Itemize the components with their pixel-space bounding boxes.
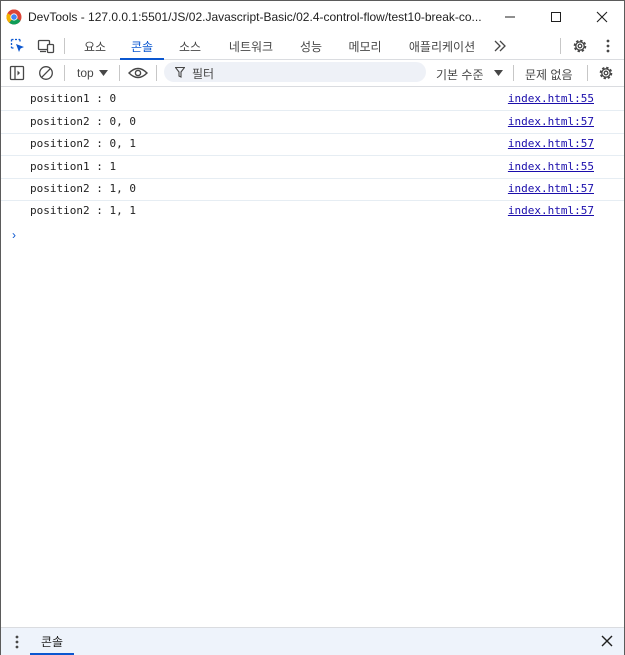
title-bar: DevTools - 127.0.0.1:5501/JS/02.Javascri… bbox=[1, 1, 624, 33]
gear-icon bbox=[572, 38, 588, 54]
console-message: position1 : 1 index.html:55 bbox=[1, 156, 624, 179]
tab-label: 콘솔 bbox=[130, 39, 154, 54]
drawer-tab-console[interactable]: 콘솔 bbox=[30, 628, 74, 655]
kebab-menu-icon bbox=[606, 39, 610, 53]
tab-performance[interactable]: 성능 bbox=[289, 33, 333, 59]
minimize-button[interactable] bbox=[487, 1, 533, 33]
source-link[interactable]: index.html:55 bbox=[508, 92, 594, 105]
window-title: DevTools - 127.0.0.1:5501/JS/02.Javascri… bbox=[28, 10, 482, 24]
drawer-menu-button[interactable] bbox=[11, 635, 23, 649]
dropdown-arrow-icon bbox=[99, 70, 108, 76]
eye-icon bbox=[128, 66, 148, 80]
minimize-icon bbox=[504, 11, 516, 23]
device-toolbar-button[interactable] bbox=[36, 36, 56, 56]
panel-tab-bar: 요소 콘솔 소스 네트워크 성능 메모리 애플리케이션 bbox=[1, 33, 624, 60]
issues-label: 문제 없음 bbox=[525, 68, 573, 82]
source-link[interactable]: index.html:57 bbox=[508, 182, 594, 195]
block-icon bbox=[38, 65, 54, 81]
console-prompt[interactable]: › bbox=[12, 228, 16, 242]
live-expression-button[interactable] bbox=[127, 63, 149, 83]
tab-sources[interactable]: 소스 bbox=[168, 33, 212, 59]
message-text: position1 : 1 bbox=[30, 160, 117, 173]
source-link[interactable]: index.html:55 bbox=[508, 160, 594, 173]
divider bbox=[119, 65, 120, 81]
divider bbox=[64, 65, 65, 81]
drawer-bar: 콘솔 bbox=[1, 627, 624, 655]
filter-input[interactable]: 필터 bbox=[164, 62, 426, 82]
console-toolbar: top 필터 기본 수준 문제 없음 bbox=[1, 60, 624, 87]
tab-console[interactable]: 콘솔 bbox=[120, 33, 164, 60]
console-message: position2 : 1, 1 index.html:57 bbox=[1, 200, 624, 222]
tab-label: 소스 bbox=[178, 39, 202, 54]
tab-label: 애플리케이션 bbox=[408, 39, 476, 54]
inspect-element-icon bbox=[10, 38, 26, 54]
close-button[interactable] bbox=[579, 1, 625, 33]
close-drawer-button[interactable] bbox=[601, 635, 615, 649]
device-toggle-icon bbox=[37, 38, 55, 54]
inspect-element-button[interactable] bbox=[8, 36, 28, 56]
divider bbox=[64, 38, 65, 54]
tab-label: 성능 bbox=[299, 39, 323, 54]
source-link[interactable]: index.html:57 bbox=[508, 204, 594, 217]
context-value: top bbox=[77, 66, 94, 80]
divider bbox=[513, 65, 514, 81]
chevron-double-right-icon bbox=[493, 40, 507, 52]
log-level-label: 기본 수준 bbox=[436, 68, 484, 82]
tab-label: 네트워크 bbox=[228, 39, 274, 54]
devtools-window: DevTools - 127.0.0.1:5501/JS/02.Javascri… bbox=[0, 0, 625, 655]
filter-icon bbox=[175, 67, 185, 78]
console-message: position2 : 1, 0 index.html:57 bbox=[1, 178, 624, 201]
settings-button[interactable] bbox=[570, 36, 590, 56]
console-settings-button[interactable] bbox=[596, 63, 616, 83]
maximize-icon bbox=[550, 11, 562, 23]
sidebar-toggle-icon bbox=[9, 65, 25, 81]
log-level-dropdown[interactable]: 기본 수준 bbox=[431, 60, 505, 86]
maximize-button[interactable] bbox=[533, 1, 579, 33]
console-message: position2 : 0, 0 index.html:57 bbox=[1, 111, 624, 134]
chrome-logo-icon bbox=[6, 9, 22, 25]
more-tabs-button[interactable] bbox=[490, 36, 510, 56]
drawer-tab-label: 콘솔 bbox=[40, 635, 64, 649]
tab-elements[interactable]: 요소 bbox=[73, 33, 117, 59]
divider bbox=[587, 65, 588, 81]
sidebar-toggle-button[interactable] bbox=[7, 63, 27, 83]
tab-label: 메모리 bbox=[348, 39, 382, 54]
clear-console-button[interactable] bbox=[36, 63, 56, 83]
issues-button[interactable]: 문제 없음 bbox=[519, 60, 583, 86]
message-text: position1 : 0 bbox=[30, 92, 117, 105]
divider bbox=[156, 65, 157, 81]
console-message: position1 : 0 index.html:55 bbox=[1, 88, 624, 111]
source-link[interactable]: index.html:57 bbox=[508, 137, 594, 150]
tab-network[interactable]: 네트워크 bbox=[216, 33, 286, 59]
kebab-menu-icon bbox=[15, 635, 19, 649]
message-text: position2 : 0, 1 bbox=[30, 137, 136, 150]
message-text: position2 : 0, 0 bbox=[30, 115, 136, 128]
source-link[interactable]: index.html:57 bbox=[508, 115, 594, 128]
gear-icon bbox=[598, 65, 614, 81]
console-message: position2 : 0, 1 index.html:57 bbox=[1, 133, 624, 156]
message-text: position2 : 1, 0 bbox=[30, 182, 136, 195]
tab-application[interactable]: 애플리케이션 bbox=[399, 33, 485, 59]
dropdown-arrow-icon bbox=[494, 70, 503, 76]
close-icon bbox=[596, 11, 608, 23]
filter-placeholder: 필터 bbox=[192, 67, 215, 81]
close-icon bbox=[601, 635, 615, 647]
more-options-button[interactable] bbox=[598, 36, 618, 56]
divider bbox=[560, 38, 561, 54]
message-text: position2 : 1, 1 bbox=[30, 204, 136, 217]
context-selector[interactable]: top bbox=[71, 60, 115, 86]
tab-label: 요소 bbox=[83, 39, 107, 54]
tab-memory[interactable]: 메모리 bbox=[336, 33, 394, 59]
